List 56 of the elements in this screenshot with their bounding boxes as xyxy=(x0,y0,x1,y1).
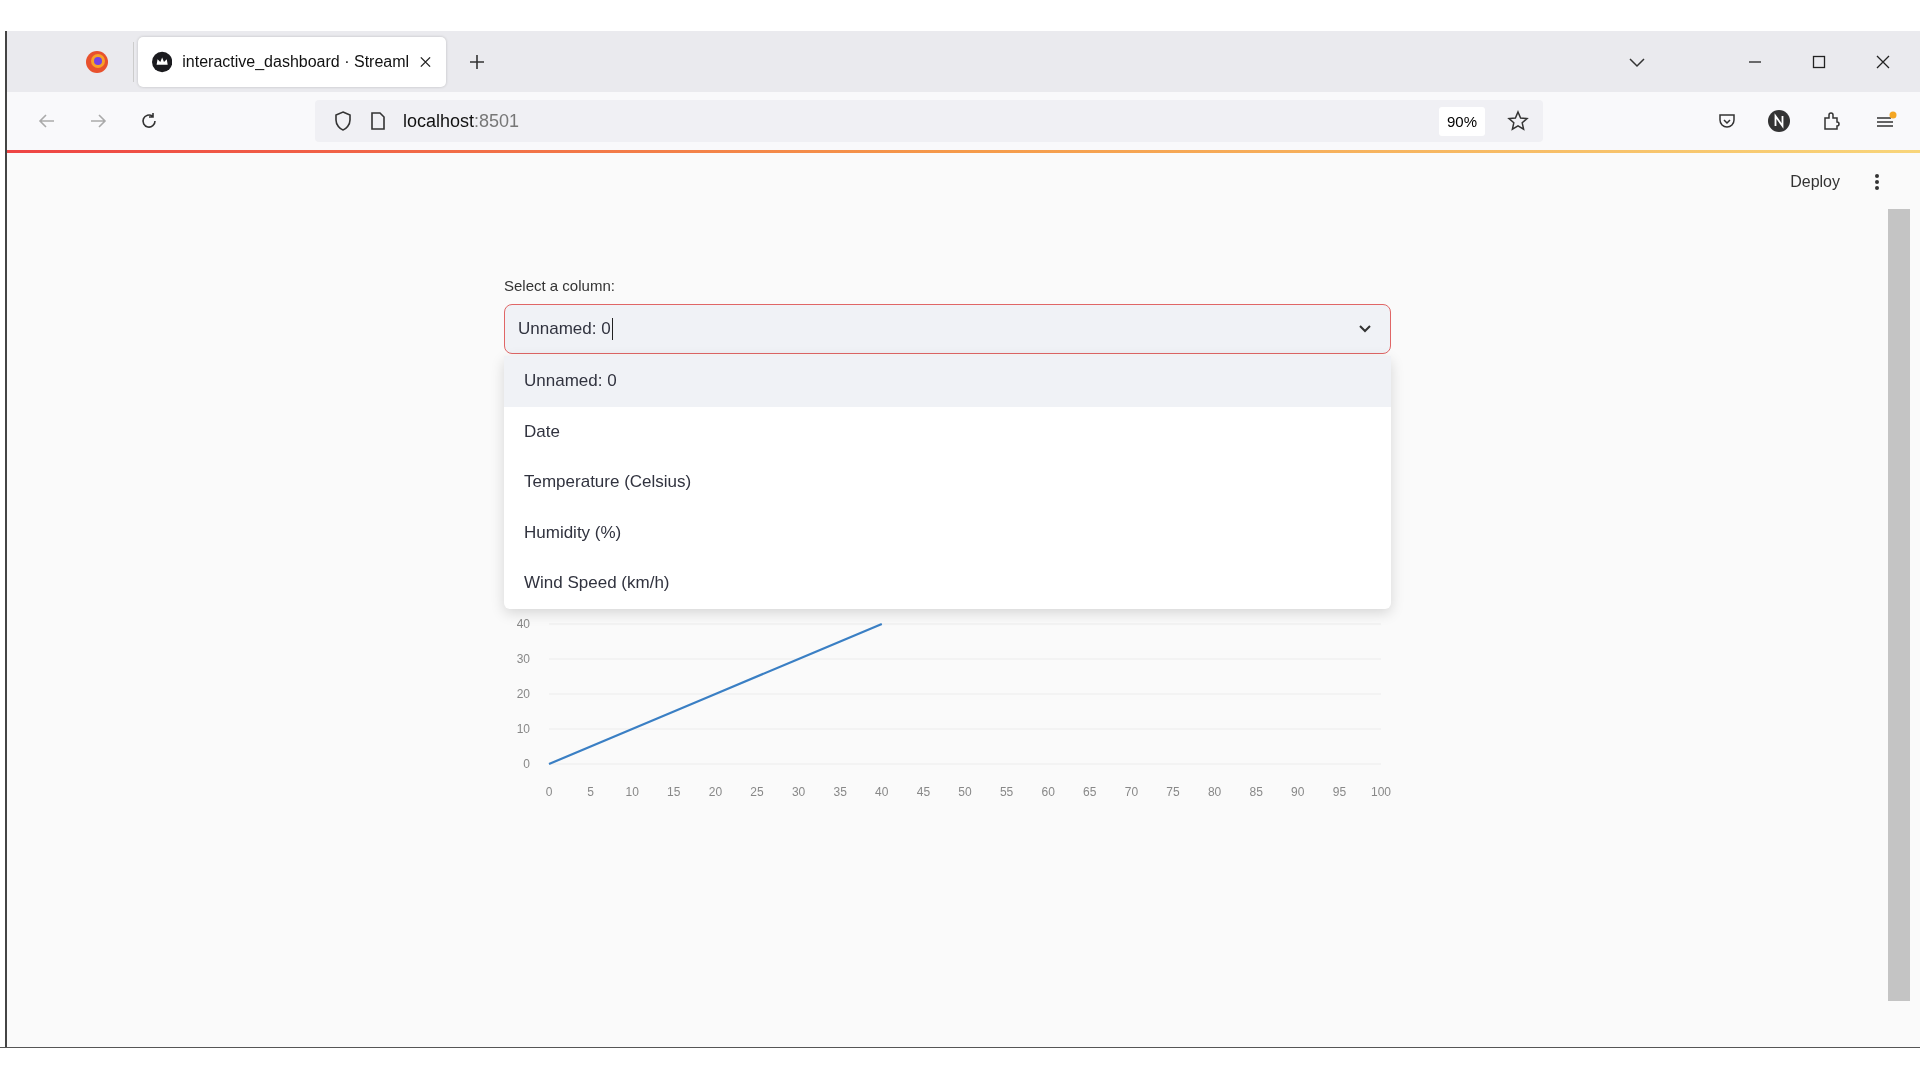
pocket-icon[interactable] xyxy=(1717,111,1737,131)
x-tick-label: 20 xyxy=(708,785,723,799)
new-tab-icon[interactable] xyxy=(468,52,486,71)
browser-tab[interactable]: interactive_dashboard · Streaml xyxy=(138,36,446,87)
dropdown-option[interactable]: Unnamed: 0 xyxy=(504,356,1391,407)
account-avatar-icon[interactable] xyxy=(1768,110,1790,132)
y-tick-label: 40 xyxy=(516,617,530,631)
x-tick-label: 15 xyxy=(667,785,681,799)
x-tick-label: 70 xyxy=(1124,785,1139,799)
deploy-button[interactable]: Deploy xyxy=(1784,169,1846,195)
crown-icon xyxy=(152,50,173,73)
close-icon[interactable] xyxy=(419,54,432,69)
column-select[interactable]: Unnamed: 0 xyxy=(504,304,1391,354)
x-tick-label: 100 xyxy=(1371,785,1391,799)
x-tick-label: 90 xyxy=(1291,785,1305,799)
puzzle-icon[interactable] xyxy=(1821,110,1843,132)
dropdown-option[interactable]: Date xyxy=(504,406,1391,457)
x-tick-label: 10 xyxy=(625,785,639,799)
x-tick-label: 25 xyxy=(750,785,764,799)
x-tick-label: 5 xyxy=(587,785,594,799)
dropdown-option[interactable]: Wind Speed (km/h) xyxy=(504,558,1391,609)
x-tick-label: 65 xyxy=(1083,785,1097,799)
dropdown-option[interactable]: Temperature (Celsius) xyxy=(504,457,1391,508)
x-tick-label: 50 xyxy=(958,785,972,799)
address-bar[interactable]: localhost:8501 90% xyxy=(315,100,1543,142)
x-tick-label: 30 xyxy=(791,785,806,799)
x-tick-label: 55 xyxy=(999,785,1014,799)
caret-icon[interactable] xyxy=(1358,324,1372,334)
shield-icon[interactable] xyxy=(333,110,353,132)
reload-icon[interactable] xyxy=(139,111,159,131)
y-tick-label: 30 xyxy=(516,652,530,666)
x-tick-label: 0 xyxy=(545,785,553,799)
scrollbar[interactable] xyxy=(1888,209,1910,1001)
x-tick-label: 35 xyxy=(833,785,847,799)
x-tick-label: 80 xyxy=(1207,785,1222,799)
zoom-level[interactable]: 90% xyxy=(1438,106,1485,136)
dropdown-option[interactable]: Humidity (%) xyxy=(504,507,1391,558)
x-tick-label: 95 xyxy=(1332,785,1347,799)
page-icon[interactable] xyxy=(369,111,387,131)
chevron-down-icon[interactable] xyxy=(1628,55,1646,68)
y-tick-label: 0 xyxy=(523,757,530,771)
y-tick-label: 20 xyxy=(516,687,530,701)
select-label: Select a column: xyxy=(504,277,616,294)
x-tick-label: 60 xyxy=(1041,785,1055,799)
url-text: localhost:8501 xyxy=(403,110,520,132)
close-icon[interactable] xyxy=(1876,54,1890,69)
x-tick-label: 75 xyxy=(1166,785,1180,799)
star-icon[interactable] xyxy=(1507,110,1529,132)
tab-title: interactive_dashboard · Streaml xyxy=(182,52,410,71)
maximize-icon[interactable] xyxy=(1812,54,1826,69)
y-tick-label: 10 xyxy=(516,722,530,736)
x-tick-label: 45 xyxy=(916,785,931,799)
more-options-icon[interactable] xyxy=(1874,173,1880,191)
x-tick-label: 85 xyxy=(1249,785,1263,799)
x-tick-label: 40 xyxy=(875,785,889,799)
firefox-icon[interactable] xyxy=(85,49,109,74)
